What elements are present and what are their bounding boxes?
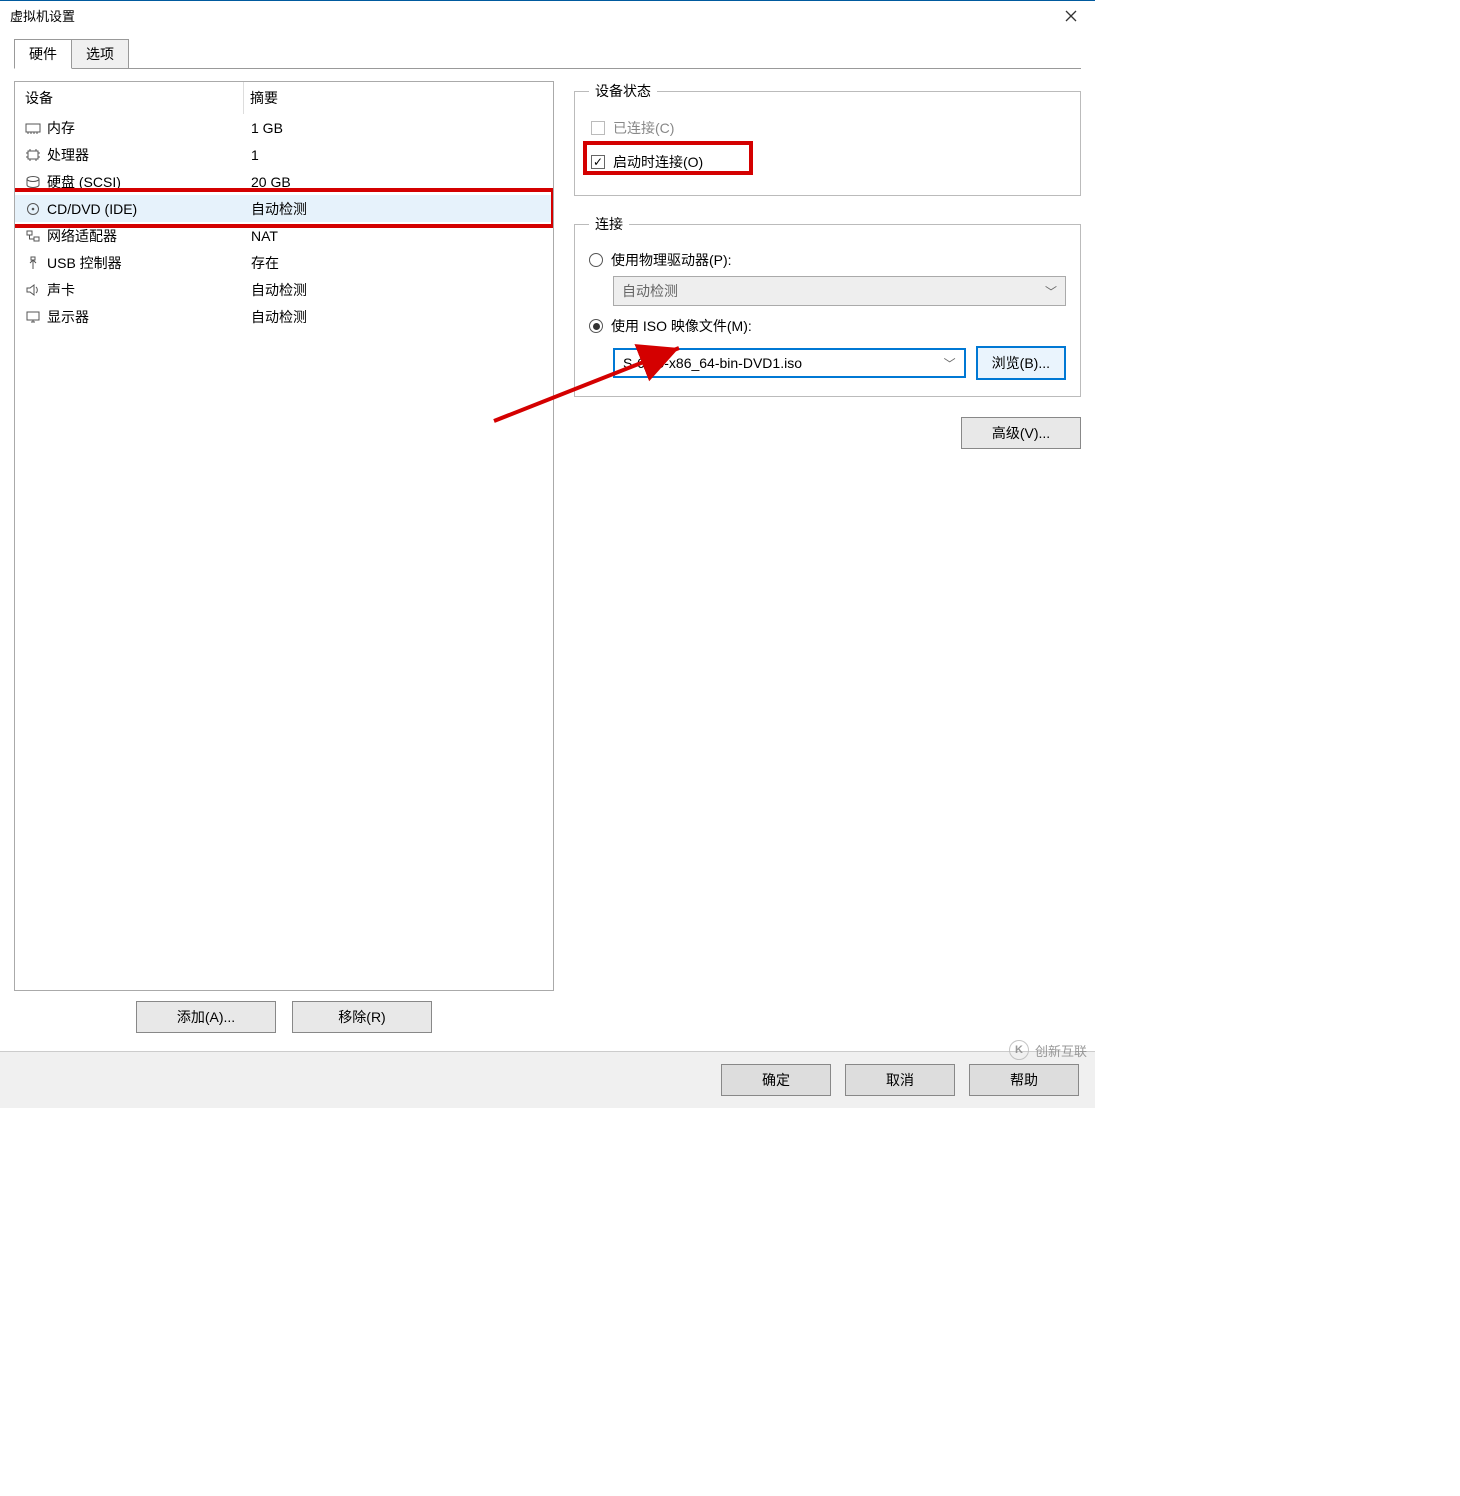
advanced-button[interactable]: 高级(V)... bbox=[961, 417, 1081, 449]
title-bar: 虚拟机设置 bbox=[0, 0, 1095, 30]
physical-drive-dropdown: 自动检测 ﹀ bbox=[613, 276, 1066, 306]
cancel-button[interactable]: 取消 bbox=[845, 1064, 955, 1096]
use-iso-radio-row[interactable]: 使用 ISO 映像文件(M): bbox=[589, 316, 1066, 336]
device-row-sound[interactable]: 声卡 自动检测 bbox=[15, 276, 553, 303]
sound-icon bbox=[25, 283, 41, 297]
connected-checkbox bbox=[591, 121, 605, 135]
help-button-label: 帮助 bbox=[1010, 1072, 1038, 1088]
device-name: 网络适配器 bbox=[47, 226, 243, 246]
device-summary: 自动检测 bbox=[243, 199, 553, 219]
browse-button-label: 浏览(B)... bbox=[992, 355, 1050, 371]
watermark-text: 创新互联 bbox=[1035, 1041, 1087, 1060]
device-row-cd-dvd[interactable]: CD/DVD (IDE) 自动检测 bbox=[15, 195, 553, 222]
window-title: 虚拟机设置 bbox=[10, 6, 75, 25]
device-summary: 自动检测 bbox=[243, 307, 553, 327]
cd-icon bbox=[25, 202, 41, 216]
device-row-network[interactable]: 网络适配器 NAT bbox=[15, 222, 553, 249]
watermark-logo-icon: K bbox=[1009, 1040, 1029, 1060]
device-summary: NAT bbox=[243, 228, 553, 244]
device-row-cpu[interactable]: 处理器 1 bbox=[15, 141, 553, 168]
connection-group: 连接 使用物理驱动器(P): 自动检测 ﹀ 使用 ISO 映像文件(M): bbox=[574, 214, 1081, 397]
connect-at-poweron-checkbox[interactable] bbox=[591, 155, 605, 169]
tab-hardware[interactable]: 硬件 bbox=[14, 39, 72, 69]
remove-button[interactable]: 移除(R) bbox=[292, 1001, 432, 1033]
connected-checkbox-row: 已连接(C) bbox=[589, 115, 1066, 141]
device-name: 声卡 bbox=[47, 280, 243, 300]
advanced-button-label: 高级(V)... bbox=[992, 425, 1050, 441]
add-remove-bar: 添加(A)... 移除(R) bbox=[14, 1001, 554, 1033]
device-summary: 1 bbox=[243, 147, 553, 163]
device-summary: 1 GB bbox=[243, 120, 553, 136]
display-icon bbox=[25, 310, 41, 324]
use-iso-radio[interactable] bbox=[589, 319, 603, 333]
device-status-legend: 设备状态 bbox=[589, 81, 657, 101]
use-physical-radio-row[interactable]: 使用物理驱动器(P): bbox=[589, 250, 1066, 270]
device-row-display[interactable]: 显示器 自动检测 bbox=[15, 303, 553, 330]
close-icon bbox=[1065, 10, 1077, 22]
tab-options[interactable]: 选项 bbox=[71, 39, 129, 68]
tab-strip: 硬件 选项 bbox=[14, 38, 1095, 68]
device-name: 内存 bbox=[47, 118, 243, 138]
device-name: 处理器 bbox=[47, 145, 243, 165]
disk-icon bbox=[25, 175, 41, 189]
device-summary: 自动检测 bbox=[243, 280, 553, 300]
tab-options-label: 选项 bbox=[86, 46, 114, 62]
physical-drive-value: 自动检测 bbox=[622, 281, 678, 301]
use-iso-label: 使用 ISO 映像文件(M): bbox=[611, 316, 752, 336]
ok-button[interactable]: 确定 bbox=[721, 1064, 831, 1096]
device-row-memory[interactable]: 内存 1 GB bbox=[15, 114, 553, 141]
connect-at-poweron-label: 启动时连接(O) bbox=[613, 152, 703, 172]
network-icon bbox=[25, 229, 41, 243]
device-name: 显示器 bbox=[47, 307, 243, 327]
add-button[interactable]: 添加(A)... bbox=[136, 1001, 276, 1033]
watermark: K 创新互联 bbox=[1009, 1040, 1087, 1060]
memory-icon bbox=[25, 121, 41, 135]
cpu-icon bbox=[25, 148, 41, 162]
chevron-down-icon: ﹀ bbox=[944, 355, 956, 372]
device-summary: 存在 bbox=[243, 253, 553, 273]
cancel-button-label: 取消 bbox=[886, 1072, 914, 1088]
add-button-label: 添加(A)... bbox=[177, 1009, 235, 1025]
iso-file-dropdown[interactable]: S-6.10-x86_64-bin-DVD1.iso ﹀ bbox=[613, 348, 966, 378]
tab-hardware-label: 硬件 bbox=[29, 46, 57, 62]
dialog-footer: 确定 取消 帮助 bbox=[0, 1051, 1095, 1108]
usb-icon bbox=[25, 256, 41, 270]
device-list: 设备 摘要 内存 1 GB 处理器 1 硬盘 (SCSI) 20 bbox=[14, 81, 554, 991]
device-summary: 20 GB bbox=[243, 174, 553, 190]
device-name: USB 控制器 bbox=[47, 253, 243, 273]
header-summary: 摘要 bbox=[243, 82, 553, 114]
ok-button-label: 确定 bbox=[762, 1072, 790, 1088]
use-physical-label: 使用物理驱动器(P): bbox=[611, 250, 732, 270]
connected-label: 已连接(C) bbox=[613, 118, 674, 138]
device-row-usb[interactable]: USB 控制器 存在 bbox=[15, 249, 553, 276]
chevron-down-icon: ﹀ bbox=[1045, 283, 1057, 300]
iso-file-value: S-6.10-x86_64-bin-DVD1.iso bbox=[623, 355, 802, 371]
device-name: 硬盘 (SCSI) bbox=[47, 172, 243, 192]
connect-at-poweron-row[interactable]: 启动时连接(O) bbox=[589, 149, 705, 175]
remove-button-label: 移除(R) bbox=[338, 1009, 385, 1025]
connection-legend: 连接 bbox=[589, 214, 629, 234]
device-name: CD/DVD (IDE) bbox=[47, 201, 243, 217]
browse-button[interactable]: 浏览(B)... bbox=[976, 346, 1066, 380]
device-list-header: 设备 摘要 bbox=[15, 82, 553, 114]
header-device: 设备 bbox=[15, 82, 243, 114]
help-button[interactable]: 帮助 bbox=[969, 1064, 1079, 1096]
close-button[interactable] bbox=[1051, 2, 1091, 30]
use-physical-radio[interactable] bbox=[589, 253, 603, 267]
device-row-disk[interactable]: 硬盘 (SCSI) 20 GB bbox=[15, 168, 553, 195]
device-status-group: 设备状态 已连接(C) 启动时连接(O) bbox=[574, 81, 1081, 196]
